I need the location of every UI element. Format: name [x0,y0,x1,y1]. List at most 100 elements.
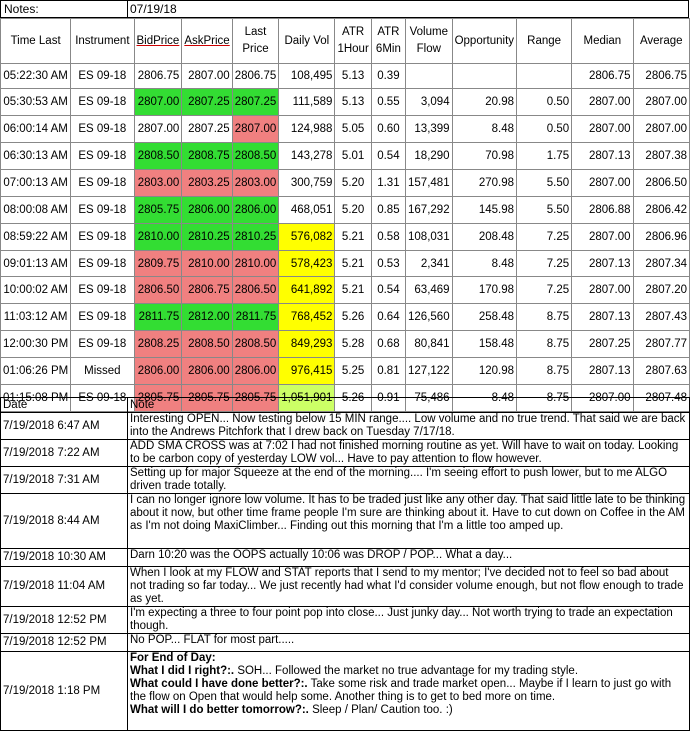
cell-range: 0.50 [516,88,573,116]
cell-time-last: 11:03:12 AM [0,303,72,331]
cell-instrument: ES 09-18 [70,88,135,116]
column-header-daily-vol[interactable]: Daily Vol [278,18,336,64]
cell-instrument: ES 09-18 [70,303,135,331]
column-header-volume-flow[interactable]: Volume Flow [405,18,453,64]
cell-ask-price: 2807.25 [181,88,233,116]
table-row[interactable]: 05:22:30 AM ES 09-18 2806.75 2807.00 2806.75… [0,63,690,89]
note-text[interactable]: ADD SMA CROSS was at 7:02 I had not fini… [127,439,690,467]
notes-divider [127,1,128,18]
table-row[interactable]: 06:30:13 AM ES 09-18 2808.50 2808.75 2808.50… [0,142,690,170]
cell-last-price: 2810.00 [231,250,280,277]
cell-atr-1hour: 5.13 [334,88,372,116]
cell-median: 2806.75 [571,63,634,89]
note-date: 7/19/2018 7:31 AM [0,466,128,494]
column-header-instrument[interactable]: Instrument [70,18,135,64]
cell-atr-6min: 1.31 [370,169,407,197]
cell-last-price: 2806.00 [231,357,280,385]
note-text[interactable]: When I look at my FLOW and STAT reports … [127,566,690,607]
note-date: 7/19/2018 7:22 AM [0,439,128,467]
column-header-ask-price[interactable]: AskPrice [181,18,233,64]
column-header-last-price[interactable]: Last Price [231,18,280,64]
cell-volume-flow: 3,094 [405,88,453,116]
cell-time-last: 05:30:53 AM [0,88,72,116]
note-row[interactable]: 7/19/2018 8:44 AM I can no longer ignore … [0,493,690,549]
column-header-opportunity[interactable]: Opportunity [451,18,518,64]
cell-atr-6min: 0.58 [370,223,407,251]
cell-average: 2807.43 [632,303,690,331]
note-date: 7/19/2018 8:44 AM [0,493,128,549]
column-header-range[interactable]: Range [516,18,573,64]
note-text-end-of-day[interactable]: For End of Day: What I did I right?:. SOH… [127,651,690,731]
cell-ask-price: 2808.75 [181,142,233,170]
cell-bid-price: 2809.75 [133,250,183,277]
cell-bid-price: 2808.25 [133,330,183,358]
cell-atr-6min: 0.85 [370,196,407,224]
cell-range: 5.50 [516,169,573,197]
notes-date[interactable]: 07/19/18 [130,2,177,16]
note-text[interactable]: Setting up for major Squeeze at the end … [127,466,690,494]
column-header-average[interactable]: Average [632,18,690,64]
cell-last-price: 2811.75 [231,303,280,331]
cell-daily-vol: 849,293 [278,330,336,358]
note-row[interactable]: 7/19/2018 12:52 PM No POP... FLAT for mos… [0,633,690,652]
note-row[interactable]: 7/19/2018 12:52 PM I'm expecting a three … [0,606,690,634]
column-header-atr-1hour[interactable]: ATR 1Hour [334,18,372,64]
table-row[interactable]: 07:00:13 AM ES 09-18 2803.00 2803.25 2803.00… [0,169,690,197]
cell-volume-flow: 18,290 [405,142,453,170]
table-row[interactable]: 10:00:02 AM ES 09-18 2806.50 2806.75 2806.50… [0,276,690,304]
cell-daily-vol: 768,452 [278,303,336,331]
cell-range: 7.25 [516,223,573,251]
table-row[interactable]: 12:00:30 PM ES 09-18 2808.25 2808.50 2808.50… [0,330,690,358]
note-row-end-of-day[interactable]: 7/19/2018 1:18 PM For End of Day: What I d… [0,651,690,731]
cell-instrument: ES 09-18 [70,142,135,170]
note-row[interactable]: 7/19/2018 11:04 AM When I look at my FLOW… [0,566,690,607]
table-row[interactable]: 11:03:12 AM ES 09-18 2811.75 2812.00 2811.75… [0,303,690,331]
note-date: 7/19/2018 12:52 PM [0,606,128,634]
table-row[interactable]: 09:01:13 AM ES 09-18 2809.75 2810.00 2810.00… [0,250,690,277]
column-header-bid-price[interactable]: BidPrice [133,18,183,64]
cell-opportunity: 158.48 [451,330,518,358]
cell-opportunity: 270.98 [451,169,518,197]
cell-average: 2807.00 [632,88,690,116]
note-text[interactable]: I can no longer ignore low volume. It ha… [127,493,690,549]
column-header-median[interactable]: Median [571,18,634,64]
note-text[interactable]: No POP... FLAT for most part..... [127,633,690,652]
cell-last-price: 2806.50 [231,276,280,304]
cell-atr-1hour: 5.13 [334,63,372,89]
note-text[interactable]: I'm expecting a three to four point pop … [127,606,690,634]
cell-range: 5.50 [516,196,573,224]
cell-volume-flow: 63,469 [405,276,453,304]
note-row[interactable]: 7/19/2018 7:31 AM Setting up for major Sq… [0,466,690,494]
cell-average: 2807.77 [632,330,690,358]
table-row[interactable]: 05:30:53 AM ES 09-18 2807.00 2807.25 2807.25… [0,88,690,116]
note-row[interactable]: 7/19/2018 6:47 AM Interesting OPEN... Now… [0,412,690,440]
note-text[interactable]: Darn 10:20 was the OOPS actually 10:06 w… [127,548,690,567]
table-row[interactable]: 01:06:26 PM Missed 2806.00 2806.00 2806.00 97… [0,357,690,385]
cell-volume-flow: 127,122 [405,357,453,385]
note-row[interactable]: 7/19/2018 10:30 AM Darn 10:20 was the OOP… [0,548,690,567]
cell-time-last: 08:00:08 AM [0,196,72,224]
cell-range: 1.75 [516,142,573,170]
notes-table: Date Note 7/19/2018 6:47 AM Interesting O… [0,397,690,731]
eod-q1: What I did I right?:. [130,665,235,677]
cell-daily-vol: 300,759 [278,169,336,197]
cell-bid-price: 2807.00 [133,115,183,143]
table-row[interactable]: 06:00:14 AM ES 09-18 2807.00 2807.25 2807.00… [0,115,690,143]
table-body: 05:22:30 AM ES 09-18 2806.75 2807.00 2806.75… [0,63,690,412]
cell-instrument: ES 09-18 [70,196,135,224]
note-text[interactable]: Interesting OPEN... Now testing below 15… [127,412,690,440]
table-row[interactable]: 08:00:08 AM ES 09-18 2805.75 2806.00 2806.00… [0,196,690,224]
cell-instrument: ES 09-18 [70,63,135,89]
cell-bid-price: 2803.00 [133,169,183,197]
table-row[interactable]: 08:59:22 AM ES 09-18 2810.00 2810.25 2810.25… [0,223,690,251]
cell-opportunity: 120.98 [451,357,518,385]
cell-time-last: 10:00:02 AM [0,276,72,304]
column-header-time-last[interactable]: Time Last [0,18,72,64]
cell-time-last: 07:00:13 AM [0,169,72,197]
note-date: 7/19/2018 6:47 AM [0,412,128,440]
cell-ask-price: 2808.50 [181,330,233,358]
cell-volume-flow: 108,031 [405,223,453,251]
cell-instrument: ES 09-18 [70,250,135,277]
column-header-atr-6min[interactable]: ATR 6Min [370,18,407,64]
note-row[interactable]: 7/19/2018 7:22 AM ADD SMA CROSS was at 7:… [0,439,690,467]
